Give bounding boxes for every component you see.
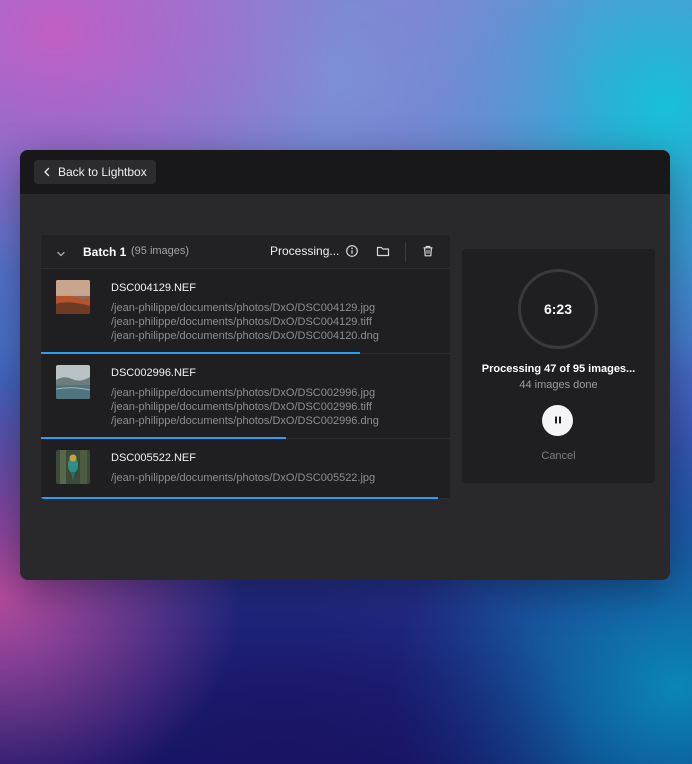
batch-title: Batch 1: [83, 245, 127, 259]
folder-icon[interactable]: [376, 244, 390, 263]
chevron-left-icon: [43, 167, 51, 177]
timer-text: 6:23: [543, 301, 573, 317]
batch-image-count: (95 images): [131, 245, 190, 257]
back-to-lightbox-label: Back to Lightbox: [58, 165, 147, 179]
processing-status-card: 6:23 Processing 47 of 95 images... 44 im…: [462, 249, 655, 483]
image-row[interactable]: DSC005522.NEF /jean-philippe/documents/p…: [41, 439, 450, 499]
info-icon[interactable]: [345, 244, 359, 263]
image-row[interactable]: DSC004129.NEF /jean-philippe/documents/p…: [41, 269, 450, 354]
title-bar: Back to Lightbox: [20, 150, 670, 194]
output-path: /jean-philippe/documents/photos/DxO/DSC0…: [111, 415, 379, 427]
image-progress-fill: [41, 497, 438, 499]
image-thumbnail: [56, 365, 90, 399]
timer-ring: 6:23: [518, 269, 598, 349]
output-path: /jean-philippe/documents/photos/DxO/DSC0…: [111, 330, 379, 342]
image-row[interactable]: DSC002996.NEF /jean-philippe/documents/p…: [41, 354, 450, 439]
image-progress-bar: [41, 497, 450, 499]
output-path: /jean-philippe/documents/photos/DxO/DSC0…: [111, 401, 372, 413]
batch-status: Processing...: [270, 244, 340, 258]
output-path: /jean-philippe/documents/photos/DxO/DSC0…: [111, 302, 376, 314]
output-path: /jean-philippe/documents/photos/DxO/DSC0…: [111, 387, 376, 399]
cancel-button[interactable]: Cancel: [462, 450, 655, 462]
images-done-text: 44 images done: [519, 379, 598, 391]
image-filename: DSC002996.NEF: [111, 367, 196, 379]
output-path: /jean-philippe/documents/photos/DxO/DSC0…: [111, 316, 372, 328]
header-divider: [405, 242, 406, 262]
trash-icon[interactable]: [421, 244, 435, 263]
pause-button[interactable]: [542, 405, 573, 436]
chevron-down-icon[interactable]: [56, 246, 66, 264]
image-thumbnail: [56, 280, 90, 314]
image-thumbnail: [56, 450, 90, 484]
back-to-lightbox-button[interactable]: Back to Lightbox: [34, 160, 156, 184]
image-filename: DSC004129.NEF: [111, 282, 196, 294]
batch-header: Batch 1 (95 images) Processing...: [41, 235, 450, 269]
batch-panel: Batch 1 (95 images) Processing... DSC004…: [41, 235, 450, 499]
pause-icon: [553, 412, 563, 430]
image-filename: DSC005522.NEF: [111, 452, 196, 464]
output-path: /jean-philippe/documents/photos/DxO/DSC0…: [111, 472, 376, 484]
batch-processing-window: Back to Lightbox Batch 1 (95 images) Pro…: [20, 150, 670, 580]
processing-title: Processing 47 of 95 images...: [481, 363, 636, 375]
